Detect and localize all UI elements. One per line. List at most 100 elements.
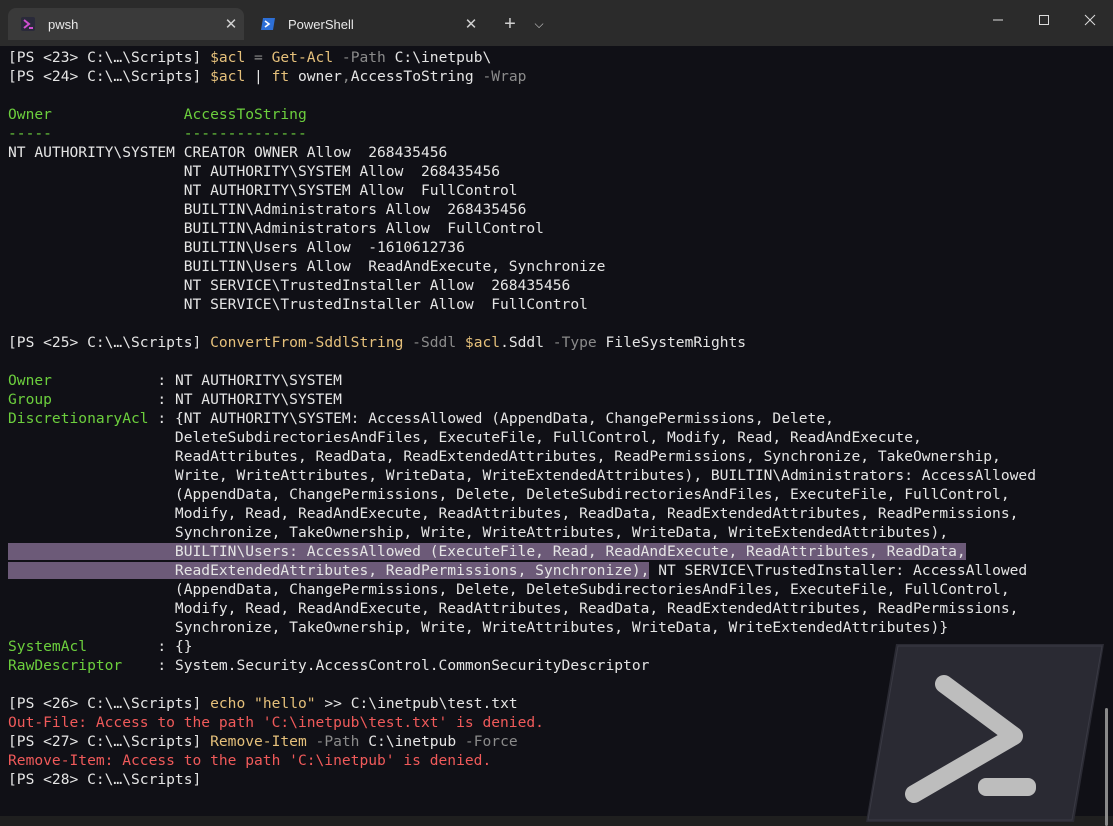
terminal-text: echo [210,695,246,712]
terminal-text: -Force [456,733,518,750]
terminal-text: : NT AUTHORITY\SYSTEM [157,372,342,389]
terminal-line: ReadAttributes, ReadData, ReadExtendedAt… [8,447,1036,466]
terminal-text: Modify, Read, ReadAndExecute, ReadAttrib… [8,505,1019,522]
close-window-button[interactable] [1067,0,1113,40]
terminal-text: Synchronize, TakeOwnership, Write, Write… [8,524,949,541]
terminal-line: BUILTIN\Administrators Allow 268435456 [8,200,1036,219]
terminal-text: : {NT AUTHORITY\SYSTEM: AccessAllowed (A… [157,410,834,427]
terminal-line: [PS <24> C:\…\Scripts] $acl | ft owner,A… [8,67,1036,86]
terminal-line: [PS <26> C:\…\Scripts] echo "hello" >> C… [8,694,1036,713]
terminal-text: NT AUTHORITY\SYSTEM CREATOR OWNER Allow … [8,144,448,161]
terminal-text: : NT AUTHORITY\SYSTEM [157,391,342,408]
terminal-text: BUILTIN\Users: AccessAllowed (ExecuteFil… [8,543,966,560]
terminal-text: FileSystemRights [605,334,747,351]
terminal-text: NT AUTHORITY\SYSTEM Allow FullControl [8,182,518,199]
terminal-text: Synchronize, TakeOwnership, Write, Write… [8,619,949,636]
terminal-line: BUILTIN\Users: AccessAllowed (ExecuteFil… [8,542,1036,561]
close-tab-icon[interactable]: ✕ [458,15,484,33]
minimize-button[interactable] [975,0,1021,40]
terminal-line: SystemAcl : {} [8,637,1036,656]
terminal-line: (AppendData, ChangePermissions, Delete, … [8,485,1036,504]
terminal-line: BUILTIN\Users Allow ReadAndExecute, Sync… [8,257,1036,276]
terminal-text: Remove-Item [210,733,307,750]
terminal-text: Remove-Item: Access to the path 'C:\inet… [8,752,492,769]
terminal-line: Synchronize, TakeOwnership, Write, Write… [8,523,1036,542]
terminal-line: [PS <28> C:\…\Scripts] [8,770,1036,789]
terminal-line: Synchronize, TakeOwnership, Write, Write… [8,618,1036,637]
close-tab-icon[interactable]: ✕ [218,15,244,33]
terminal-text: (AppendData, ChangePermissions, Delete, … [8,486,1010,503]
terminal-text: Group [8,391,158,408]
terminal-text: $acl [464,334,501,351]
terminal-text: ConvertFrom-SddlString [210,334,404,351]
terminal-line: Modify, Read, ReadAndExecute, ReadAttrib… [8,599,1036,618]
powershell-icon [260,16,276,32]
terminal-text: [PS <25> C:\…\Scripts] [8,334,211,351]
terminal-text: NT AUTHORITY\SYSTEM Allow 268435456 [8,163,501,180]
terminal-line: [PS <23> C:\…\Scripts] $acl = Get-Acl -P… [8,48,1036,67]
terminal-text: Owner [8,106,184,123]
terminal-text: "hello" [254,695,316,712]
terminal-text: C:\inetpub\test.txt [350,695,518,712]
terminal-text: C:\inetpub\ [394,49,492,66]
terminal-text: BUILTIN\Administrators Allow FullControl [8,220,544,237]
terminal-text: ft [271,68,290,85]
terminal-text: [PS <26> C:\…\Scripts] [8,695,211,712]
terminal-line: Write, WriteAttributes, WriteData, Write… [8,466,1036,485]
terminal-text: ReadExtendedAttributes, ReadPermissions,… [8,562,650,579]
terminal-text: owner [289,68,342,85]
terminal-text: [PS <27> C:\…\Scripts] [8,733,211,750]
terminal-text: , [341,68,351,85]
terminal-text: .Sddl [500,334,544,351]
tab-label: PowerShell [288,16,354,32]
tab-dropdown-button[interactable]: ⌵ [526,10,552,38]
terminal-text: DeleteSubdirectoriesAndFiles, ExecuteFil… [8,429,922,446]
terminal-text: Write, WriteAttributes, WriteData, Write… [8,467,1036,484]
terminal-line: NT SERVICE\TrustedInstaller Allow FullCo… [8,295,1036,314]
terminal-text: RawDescriptor [8,657,158,674]
tab-powershell[interactable]: PowerShell ✕ [248,8,484,40]
terminal-line: BUILTIN\Administrators Allow FullControl [8,219,1036,238]
terminal-text: ----- [8,125,184,142]
terminal-text: -Wrap [473,68,527,85]
terminal-text: Get-Acl [271,49,334,66]
terminal-text: >> [315,695,351,712]
tab-label: pwsh [48,16,79,32]
maximize-button[interactable] [1021,0,1067,40]
terminal-line: NT AUTHORITY\SYSTEM Allow FullControl [8,181,1036,200]
plus-icon: + [504,12,516,35]
terminal-text: AccessToString [350,68,474,85]
terminal-text: ReadAttributes, ReadData, ReadExtendedAt… [8,448,1001,465]
terminal-text: [PS <24> C:\…\Scripts] [8,68,211,85]
terminal-text: Out-File: Access to the path 'C:\inetpub… [8,714,544,731]
terminal-text: $acl [210,68,246,85]
terminal-text: NT SERVICE\TrustedInstaller: AccessAllow… [649,562,1028,579]
terminal-text: -------------- [183,125,307,142]
terminal-line: NT AUTHORITY\SYSTEM CREATOR OWNER Allow … [8,143,1036,162]
chevron-down-icon: ⌵ [534,16,544,31]
terminal-text: NT SERVICE\TrustedInstaller Allow 268435… [8,277,571,294]
terminal-text: -Type [544,334,606,351]
terminal-line: DiscretionaryAcl : {NT AUTHORITY\SYSTEM:… [8,409,1036,428]
terminal-text: -Path [306,733,369,750]
terminal-line: NT AUTHORITY\SYSTEM Allow 268435456 [8,162,1036,181]
terminal-text: : {} [157,638,193,655]
terminal-text: [PS <23> C:\…\Scripts] [8,49,211,66]
terminal-text: Modify, Read, ReadAndExecute, ReadAttrib… [8,600,1019,617]
terminal-text: BUILTIN\Users Allow ReadAndExecute, Sync… [8,258,606,275]
terminal-line: NT SERVICE\TrustedInstaller Allow 268435… [8,276,1036,295]
terminal-line: Out-File: Access to the path 'C:\inetpub… [8,713,1036,732]
terminal-output: [PS <23> C:\…\Scripts] $acl = Get-Acl -P… [8,48,1036,789]
terminal-line: Modify, Read, ReadAndExecute, ReadAttrib… [8,504,1036,523]
tab-pwsh[interactable]: pwsh ✕ [8,8,244,40]
scrollbar[interactable] [1105,708,1108,826]
new-tab-button[interactable]: + [494,10,526,38]
terminal-line: [PS <25> C:\…\Scripts] ConvertFrom-SddlS… [8,333,1036,352]
terminal-text: -Sddl [403,334,465,351]
terminal-text: [PS <28> C:\…\Scripts] [8,771,211,788]
